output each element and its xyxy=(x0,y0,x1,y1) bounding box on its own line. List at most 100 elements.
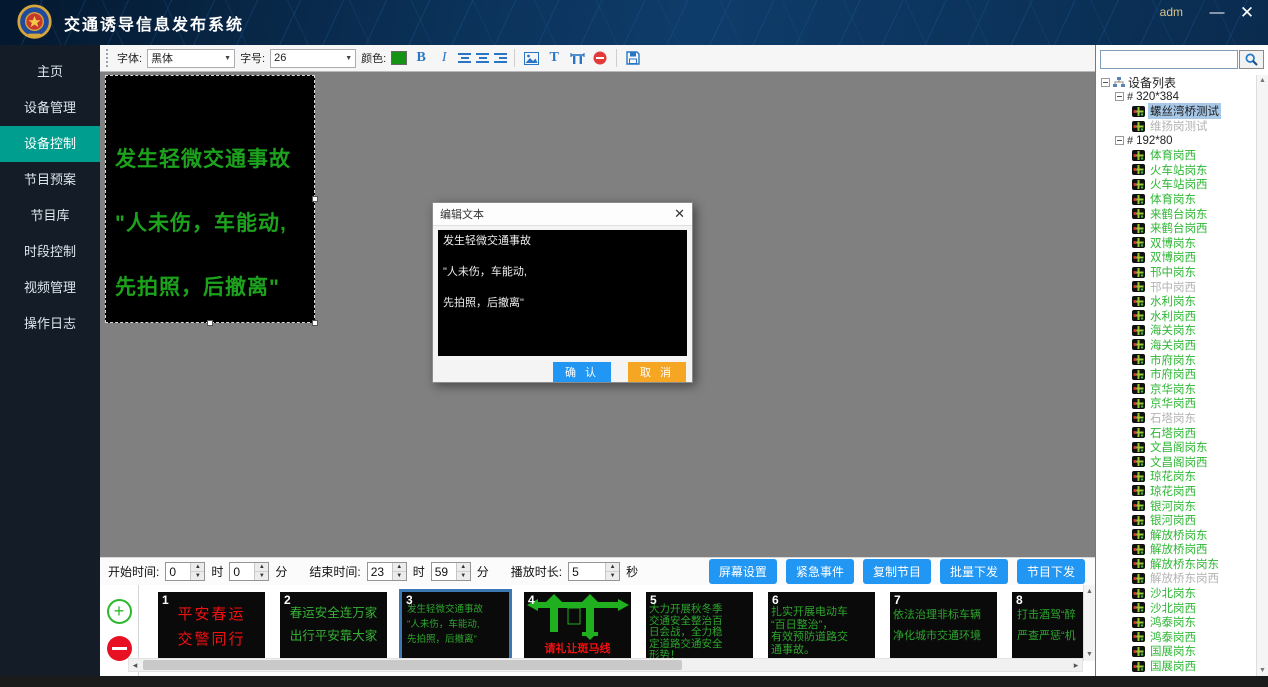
sidebar-item[interactable]: 时段控制 xyxy=(0,234,100,270)
size-select[interactable]: 26 ▼ xyxy=(270,49,356,68)
thumbnails-vertical-scrollbar[interactable]: ▲ ▼ xyxy=(1083,585,1095,661)
device-tree-item[interactable]: 石塔岗西 xyxy=(1096,425,1256,440)
collapse-icon[interactable] xyxy=(1115,136,1124,145)
device-tree-item[interactable]: 解放桥东岗东 xyxy=(1096,557,1256,572)
program-thumbnail[interactable]: 4 xyxy=(524,592,631,658)
start-hour-stepper[interactable]: 0 ▲▼ xyxy=(165,562,205,581)
sidebar-item[interactable]: 节目预案 xyxy=(0,162,100,198)
end-minute-stepper[interactable]: 59 ▲▼ xyxy=(431,562,471,581)
end-hour-stepper[interactable]: 23 ▲▼ xyxy=(367,562,407,581)
italic-button[interactable]: I xyxy=(435,49,453,67)
action-button[interactable]: 节目下发 xyxy=(1017,559,1085,584)
cancel-button[interactable]: 取 消 xyxy=(628,362,686,382)
device-tree-item[interactable]: 琼花岗西 xyxy=(1096,484,1256,499)
device-tree-item[interactable]: 银河岗西 xyxy=(1096,513,1256,528)
device-tree-item[interactable]: 海关岗西 xyxy=(1096,338,1256,353)
program-thumbnail[interactable]: 8 xyxy=(1012,592,1083,658)
device-tree-item[interactable]: 邗中岗东 xyxy=(1096,265,1256,280)
device-tree-item[interactable]: 市府岗西 xyxy=(1096,367,1256,382)
scroll-down-icon[interactable]: ▼ xyxy=(1086,651,1093,658)
device-tree-item[interactable]: 火车站岗西 xyxy=(1096,177,1256,192)
save-icon[interactable] xyxy=(624,49,642,67)
program-thumbnail[interactable]: 7 xyxy=(890,592,997,658)
device-tree-item[interactable]: 市府岗东 xyxy=(1096,352,1256,367)
close-button[interactable]: ✕ xyxy=(1234,2,1260,24)
search-button[interactable] xyxy=(1239,50,1264,69)
align-center-icon[interactable] xyxy=(476,49,489,67)
device-tree-item[interactable]: 螺丝湾桥测试 xyxy=(1096,104,1256,119)
font-select[interactable]: 黑体 ▼ xyxy=(147,49,235,68)
program-thumbnail[interactable]: 6 xyxy=(768,592,875,658)
step-down-icon[interactable]: ▼ xyxy=(255,572,268,580)
scroll-up-icon[interactable]: ▲ xyxy=(1259,77,1266,84)
device-tree-item[interactable]: 体育岗东 xyxy=(1096,192,1256,207)
scroll-right-icon[interactable]: ▸ xyxy=(1070,660,1082,671)
device-tree-item[interactable]: 琼花岗东 xyxy=(1096,469,1256,484)
bold-button[interactable]: B xyxy=(412,49,430,67)
resize-handle-right[interactable] xyxy=(312,196,318,202)
device-tree-item[interactable]: 鸿泰岗东 xyxy=(1096,615,1256,630)
device-tree-item[interactable]: 双博岗西 xyxy=(1096,250,1256,265)
action-button[interactable]: 复制节目 xyxy=(863,559,931,584)
program-thumbnail[interactable]: 5 xyxy=(646,592,753,658)
align-right-icon[interactable] xyxy=(494,49,507,67)
step-up-icon[interactable]: ▲ xyxy=(457,563,470,572)
sidebar-item[interactable]: 操作日志 xyxy=(0,306,100,342)
device-tree-item[interactable]: 体育岗西 xyxy=(1096,148,1256,163)
delete-icon[interactable] xyxy=(591,49,609,67)
device-tree-item[interactable]: 火车站岗东 xyxy=(1096,163,1256,178)
tree-group-row[interactable]: # 320*384 xyxy=(1096,90,1256,105)
minimize-button[interactable]: — xyxy=(1204,2,1230,24)
tree-root-row[interactable]: 设备列表 xyxy=(1096,75,1256,90)
sidebar-item[interactable]: 主页 xyxy=(0,54,100,90)
program-thumbnail[interactable]: 3 xyxy=(402,592,509,658)
action-button[interactable]: 紧急事件 xyxy=(786,559,854,584)
design-canvas[interactable]: 发生轻微交通事故"人未伤，车能动,先拍照，后撤离" 编辑文本 ✕ 发生轻微交通事… xyxy=(100,72,1095,557)
device-tree-item[interactable]: 国展岗东 xyxy=(1096,644,1256,659)
device-tree-item[interactable]: 水利岗东 xyxy=(1096,294,1256,309)
device-tree-item[interactable]: 海关岗东 xyxy=(1096,323,1256,338)
image-icon[interactable] xyxy=(522,49,540,67)
device-tree-item[interactable]: 解放桥东岗西 xyxy=(1096,571,1256,586)
text-editor-area[interactable]: 发生轻微交通事故"人未伤，车能动,先拍照，后撤离" xyxy=(438,230,687,356)
step-up-icon[interactable]: ▲ xyxy=(255,563,268,572)
sidebar-item[interactable]: 设备管理 xyxy=(0,90,100,126)
program-thumbnail[interactable]: 1 xyxy=(158,592,265,658)
step-down-icon[interactable]: ▼ xyxy=(393,572,406,580)
align-left-icon[interactable] xyxy=(458,49,471,67)
device-tree-item[interactable]: 水利岗西 xyxy=(1096,309,1256,324)
device-tree-item[interactable]: 来鹤台岗西 xyxy=(1096,221,1256,236)
device-tree-item[interactable]: 银河岗东 xyxy=(1096,498,1256,513)
device-tree-item[interactable]: 鸿泰岗西 xyxy=(1096,630,1256,645)
device-tree-item[interactable]: 来鹤台岗东 xyxy=(1096,206,1256,221)
scroll-up-icon[interactable]: ▲ xyxy=(1086,588,1093,595)
collapse-icon[interactable] xyxy=(1115,92,1124,101)
program-thumbnail[interactable]: 2 xyxy=(280,592,387,658)
dialog-title-bar[interactable]: 编辑文本 ✕ xyxy=(433,203,692,226)
device-tree-item[interactable]: 石塔岗东 xyxy=(1096,411,1256,426)
add-program-button[interactable]: + xyxy=(107,599,132,624)
device-tree-item[interactable]: 解放桥岗西 xyxy=(1096,542,1256,557)
confirm-button[interactable]: 确 认 xyxy=(553,362,611,382)
sidebar-item[interactable]: 视频管理 xyxy=(0,270,100,306)
device-tree-item[interactable]: 双博岗东 xyxy=(1096,236,1256,251)
device-tree-item[interactable]: 文昌阁岗东 xyxy=(1096,440,1256,455)
device-tree-item[interactable]: 沙北岗西 xyxy=(1096,600,1256,615)
scrollbar-track[interactable] xyxy=(141,659,1070,671)
step-up-icon[interactable]: ▲ xyxy=(393,563,406,572)
device-tree-item[interactable]: 维扬岗测试 xyxy=(1096,119,1256,134)
thumbnails-horizontal-scrollbar[interactable]: ◂ ▸ xyxy=(128,658,1083,672)
step-down-icon[interactable]: ▼ xyxy=(191,572,204,580)
tree-scrollbar[interactable]: ▲ ▼ xyxy=(1256,75,1268,676)
tree-group-row[interactable]: # 192*80 xyxy=(1096,133,1256,148)
color-swatch[interactable] xyxy=(391,51,407,65)
device-tree-item[interactable]: 沙北岗东 xyxy=(1096,586,1256,601)
scrollbar-thumb[interactable] xyxy=(143,660,682,670)
led-preview-panel[interactable]: 发生轻微交通事故"人未伤，车能动,先拍照，后撤离" xyxy=(105,75,315,323)
step-up-icon[interactable]: ▲ xyxy=(606,563,619,572)
device-tree-item[interactable]: 京华岗西 xyxy=(1096,396,1256,411)
scroll-down-icon[interactable]: ▼ xyxy=(1259,667,1266,674)
marquee-icon[interactable] xyxy=(568,49,586,67)
collapse-icon[interactable] xyxy=(1101,78,1110,87)
dialog-close-icon[interactable]: ✕ xyxy=(674,206,685,222)
